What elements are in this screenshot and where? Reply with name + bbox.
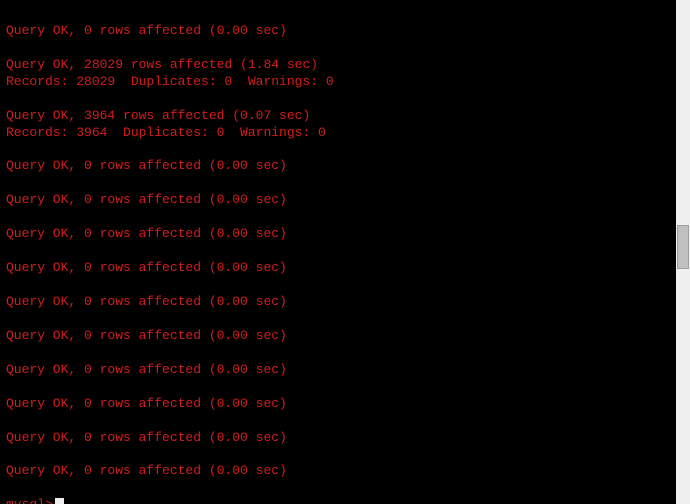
blank-line <box>6 6 670 23</box>
blank-line <box>6 91 670 108</box>
blank-line <box>6 311 670 328</box>
output-line: Query OK, 28029 rows affected (1.84 sec) <box>6 57 670 74</box>
output-line: Query OK, 0 rows affected (0.00 sec) <box>6 463 670 480</box>
blank-line <box>6 345 670 362</box>
output-line: Query OK, 0 rows affected (0.00 sec) <box>6 226 670 243</box>
blank-line <box>6 175 670 192</box>
output-line: Query OK, 0 rows affected (0.00 sec) <box>6 294 670 311</box>
vertical-scrollbar-thumb[interactable] <box>677 225 689 269</box>
terminal-output[interactable]: Query OK, 0 rows affected (0.00 sec) Quer… <box>0 0 676 504</box>
prompt-text: mysql> <box>6 497 53 504</box>
output-line: Query OK, 0 rows affected (0.00 sec) <box>6 396 670 413</box>
prompt-line[interactable]: mysql> <box>6 497 670 504</box>
blank-line <box>6 243 670 260</box>
blank-line <box>6 277 670 294</box>
blank-line <box>6 379 670 396</box>
output-line: Query OK, 0 rows affected (0.00 sec) <box>6 430 670 447</box>
blank-line <box>6 141 670 158</box>
blank-line <box>6 40 670 57</box>
output-line: Query OK, 0 rows affected (0.00 sec) <box>6 23 670 40</box>
output-line: Query OK, 0 rows affected (0.00 sec) <box>6 328 670 345</box>
blank-line <box>6 209 670 226</box>
output-line: Query OK, 0 rows affected (0.00 sec) <box>6 362 670 379</box>
blank-line <box>6 480 670 497</box>
output-line: Query OK, 0 rows affected (0.00 sec) <box>6 260 670 277</box>
output-line: Records: 3964 Duplicates: 0 Warnings: 0 <box>6 125 670 142</box>
output-line: Query OK, 0 rows affected (0.00 sec) <box>6 192 670 209</box>
output-line: Records: 28029 Duplicates: 0 Warnings: 0 <box>6 74 670 91</box>
output-line: Query OK, 0 rows affected (0.00 sec) <box>6 158 670 175</box>
cursor <box>55 498 64 504</box>
blank-line <box>6 446 670 463</box>
output-line: Query OK, 3964 rows affected (0.07 sec) <box>6 108 670 125</box>
vertical-scrollbar-track[interactable] <box>676 0 690 504</box>
blank-line <box>6 413 670 430</box>
